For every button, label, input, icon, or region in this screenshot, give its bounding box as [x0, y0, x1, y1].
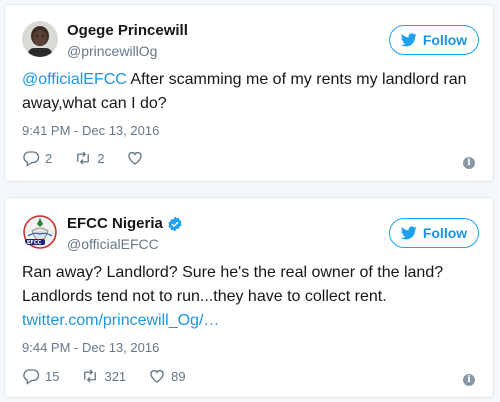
twitter-bird-icon	[400, 226, 417, 240]
author-name[interactable]: Ogege Princewill	[67, 22, 188, 40]
tweet-actions: 2 2	[22, 149, 171, 167]
retweet-count: 2	[97, 150, 105, 166]
author-info[interactable]: EFCC Nigeria @officialEFCC	[67, 215, 183, 253]
timestamp[interactable]: 9:41 PM - Dec 13, 2016	[22, 123, 159, 138]
follow-button[interactable]: Follow	[389, 25, 479, 55]
retweet-icon	[84, 369, 97, 383]
timestamp[interactable]: 9:44 PM - Dec 13, 2016	[22, 340, 159, 355]
info-icon[interactable]: i	[463, 157, 475, 169]
reply-count: 2	[45, 150, 53, 166]
author-handle[interactable]: @princewillOg	[67, 42, 188, 60]
tweet-link[interactable]: twitter.com/princewill_Og/…	[22, 312, 219, 329]
avatar[interactable]: EFCC	[22, 214, 58, 250]
like-button[interactable]	[126, 149, 149, 167]
reply-button[interactable]: 2	[22, 149, 52, 167]
tweet-text: @officialEFCC After scamming me of my re…	[22, 68, 479, 116]
author-name-row: EFCC Nigeria	[67, 215, 183, 233]
follow-label: Follow	[422, 225, 468, 241]
verified-badge-icon	[168, 216, 182, 232]
mention-link[interactable]: @officialEFCC	[22, 71, 127, 88]
reply-button[interactable]: 15	[22, 367, 59, 385]
avatar-badge-text: EFCC	[27, 240, 42, 246]
follow-button[interactable]: Follow	[389, 218, 479, 248]
retweet-button[interactable]: 2	[74, 149, 104, 167]
follow-label: Follow	[422, 32, 468, 48]
info-icon[interactable]: i	[463, 374, 475, 386]
reply-count: 15	[45, 368, 60, 384]
reply-icon	[23, 151, 40, 167]
tweet-card[interactable]: EFCC EFCC Nigeria @officialEFCC Follow R…	[4, 197, 494, 398]
tweet-body: Ran away? Landlord? Sure he's the real o…	[22, 264, 444, 305]
tweet-text: Ran away? Landlord? Sure he's the real o…	[22, 261, 479, 333]
twitter-bird-icon	[400, 33, 417, 47]
retweet-icon	[77, 151, 90, 165]
like-button[interactable]: 89	[148, 367, 186, 385]
reply-icon	[23, 369, 40, 385]
author-name[interactable]: EFCC Nigeria	[67, 215, 163, 233]
like-icon	[150, 369, 164, 383]
like-icon	[128, 151, 143, 165]
retweet-button[interactable]: 321	[81, 367, 126, 385]
avatar[interactable]	[22, 21, 58, 57]
tweet-actions: 15 321 89	[22, 367, 208, 385]
author-handle[interactable]: @officialEFCC	[67, 235, 183, 253]
author-info[interactable]: Ogege Princewill @princewillOg	[67, 22, 188, 60]
tweet-card[interactable]: Ogege Princewill @princewillOg Follow @o…	[4, 4, 494, 182]
retweet-count: 321	[104, 368, 127, 384]
like-count: 89	[171, 368, 186, 384]
